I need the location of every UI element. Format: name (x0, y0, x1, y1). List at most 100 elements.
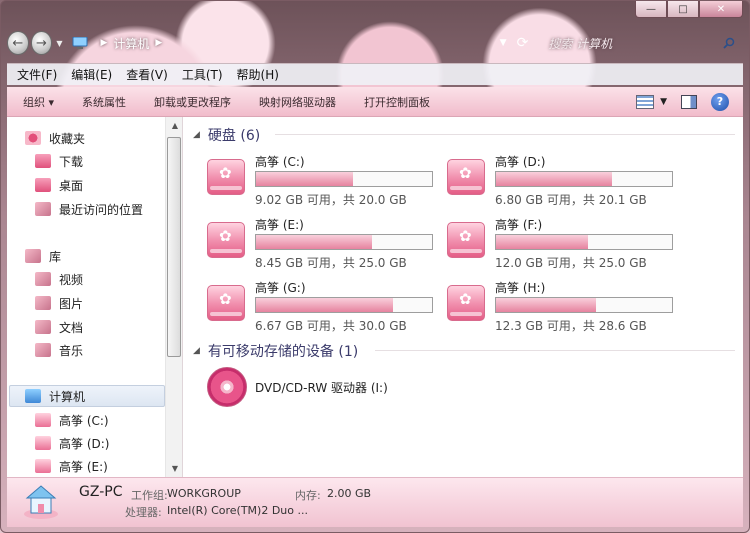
search-input[interactable]: 搜索 计算机 (548, 35, 612, 52)
nav-downloads[interactable]: 下载 (35, 150, 83, 172)
nav-videos[interactable]: 视频 (35, 268, 83, 290)
nav-label: 桌面 (59, 178, 84, 193)
menu-edit[interactable]: 编辑(E) (71, 66, 112, 83)
computer-house-icon (24, 485, 58, 519)
favorites-icon (25, 131, 41, 145)
breadcrumb-computer[interactable]: 计算机 (113, 35, 149, 52)
menu-tools[interactable]: 工具(T) (182, 66, 223, 83)
back-button[interactable]: ← (7, 31, 29, 55)
drive-c[interactable]: 高筝 (C:) 9.02 GB 可用，共 20.0 GB (207, 153, 437, 209)
menu-bar: 文件(F) 编辑(E) 查看(V) 工具(T) 帮助(H) (7, 63, 743, 85)
computer-icon (72, 37, 88, 49)
search-box[interactable]: 搜索 计算机 (540, 31, 743, 55)
hard-drive-icon (207, 159, 245, 195)
nav-label: 音乐 (59, 343, 84, 358)
drive-e[interactable]: 高筝 (E:) 8.45 GB 可用，共 25.0 GB (207, 216, 437, 272)
nav-documents[interactable]: 文档 (35, 316, 83, 338)
libraries-icon (25, 249, 41, 263)
control-panel-button[interactable]: 打开控制面板 (364, 94, 430, 110)
dvd-disc-icon (207, 367, 247, 407)
refresh-icon[interactable]: ⟳ (517, 35, 529, 51)
drive-size: 12.3 GB 可用，共 28.6 GB (495, 319, 647, 333)
hard-drive-icon (447, 222, 485, 258)
details-pane: GZ-PC 工作组: WORKGROUP 内存: 2.00 GB 处理器: In… (7, 477, 743, 527)
recent-places-icon (35, 202, 51, 216)
drive-name: 高筝 (D:) (495, 155, 546, 169)
breadcrumb-separator[interactable]: ▶ (155, 38, 162, 48)
drive-g[interactable]: 高筝 (G:) 6.67 GB 可用，共 30.0 GB (207, 279, 437, 335)
nav-favorites[interactable]: 收藏夹 (25, 127, 85, 149)
nav-recent[interactable]: 最近访问的位置 (35, 198, 143, 220)
usage-fill (496, 172, 613, 186)
collapse-icon[interactable]: ◢ (193, 346, 200, 356)
menu-file[interactable]: 文件(F) (17, 66, 57, 83)
hard-drive-icon (447, 285, 485, 321)
menu-view[interactable]: 查看(V) (126, 66, 168, 83)
drive-h[interactable]: 高筝 (H:) 12.3 GB 可用，共 28.6 GB (447, 279, 677, 335)
address-dropdown-icon[interactable]: ▼ (500, 38, 507, 48)
maximize-button[interactable]: □ (667, 1, 699, 18)
search-icon[interactable] (723, 37, 735, 49)
minimize-button[interactable]: — (635, 1, 667, 18)
hard-drive-icon (207, 222, 245, 258)
usage-fill (496, 298, 597, 312)
collapse-icon[interactable]: ◢ (193, 130, 200, 140)
address-tail: ▼ ⟳ (500, 35, 529, 51)
music-icon (35, 343, 51, 357)
system-properties-button[interactable]: 系统属性 (82, 94, 126, 110)
drive-name: 高筝 (E:) (255, 218, 304, 232)
hard-disks-group-header[interactable]: ◢ 硬盘 (6) (193, 125, 260, 145)
drive-size: 9.02 GB 可用，共 20.0 GB (255, 193, 407, 207)
usage-bar (255, 234, 433, 250)
explorer-body: 收藏夹 下载 桌面 最近访问的位置 库 视频 图片 文档 音乐 计算机 高筝 (… (7, 117, 743, 477)
uninstall-button[interactable]: 卸载或更改程序 (154, 94, 231, 110)
videos-icon (35, 272, 51, 286)
memory-value: 2.00 GB (327, 487, 372, 500)
scroll-up-icon[interactable]: ▲ (172, 121, 178, 130)
removable-group-header[interactable]: ◢ 有可移动存储的设备 (1) (193, 341, 358, 361)
usage-fill (256, 298, 394, 312)
nav-pictures[interactable]: 图片 (35, 292, 83, 314)
cpu-label: 处理器: (125, 506, 162, 519)
address-bar[interactable]: ▶ 计算机 ▶ (66, 31, 495, 55)
drive-f[interactable]: 高筝 (F:) 12.0 GB 可用，共 25.0 GB (447, 216, 677, 272)
drive-icon (35, 413, 51, 427)
nav-drive-d[interactable]: 高筝 (D:) (35, 432, 109, 454)
change-view-icon[interactable] (636, 94, 655, 109)
dvd-drive[interactable]: DVD/CD-RW 驱动器 (I:) (207, 367, 388, 407)
cpu-value: Intel(R) Core(TM)2 Duo ... (167, 504, 308, 517)
view-dropdown-icon[interactable]: ▼ (660, 97, 667, 107)
computer-name: GZ-PC (79, 484, 123, 500)
view-options[interactable]: ▼ (636, 94, 667, 109)
nav-computer[interactable]: 计算机 (25, 385, 85, 407)
preview-pane-icon[interactable] (681, 94, 697, 109)
toolbar-right: ▼ ? (636, 92, 743, 111)
map-drive-button[interactable]: 映射网络驱动器 (259, 94, 336, 110)
nav-label: 文档 (59, 320, 84, 335)
recent-pages-dropdown[interactable]: ▼ (56, 39, 62, 48)
scroll-down-icon[interactable]: ▼ (172, 464, 178, 473)
desktop-icon (35, 178, 51, 192)
drive-d[interactable]: 高筝 (D:) 6.80 GB 可用，共 20.1 GB (447, 153, 677, 209)
close-button[interactable]: ✕ (699, 1, 743, 18)
usage-bar (495, 297, 673, 313)
menu-help[interactable]: 帮助(H) (237, 66, 279, 83)
nav-drive-e[interactable]: 高筝 (E:) (35, 455, 108, 477)
nav-libraries[interactable]: 库 (25, 245, 61, 267)
nav-desktop[interactable]: 桌面 (35, 174, 83, 196)
computer-icon (25, 389, 41, 403)
memory-label: 内存: (295, 489, 321, 502)
organize-button[interactable]: 组织 ▾ (23, 94, 54, 110)
usage-bar (255, 171, 433, 187)
scroll-thumb[interactable] (167, 137, 181, 357)
nav-music[interactable]: 音乐 (35, 339, 83, 361)
drive-size: 8.45 GB 可用，共 25.0 GB (255, 256, 407, 270)
nav-scrollbar[interactable]: ▲ ▼ (165, 117, 182, 477)
nav-label: 最近访问的位置 (59, 202, 144, 217)
workgroup-value: WORKGROUP (167, 487, 241, 500)
dvd-label: DVD/CD-RW 驱动器 (I:) (255, 380, 388, 395)
forward-button[interactable]: → (30, 31, 53, 55)
nav-drive-c[interactable]: 高筝 (C:) (35, 409, 109, 431)
drive-name: 高筝 (C:) (255, 155, 305, 169)
help-icon[interactable]: ? (711, 92, 729, 111)
